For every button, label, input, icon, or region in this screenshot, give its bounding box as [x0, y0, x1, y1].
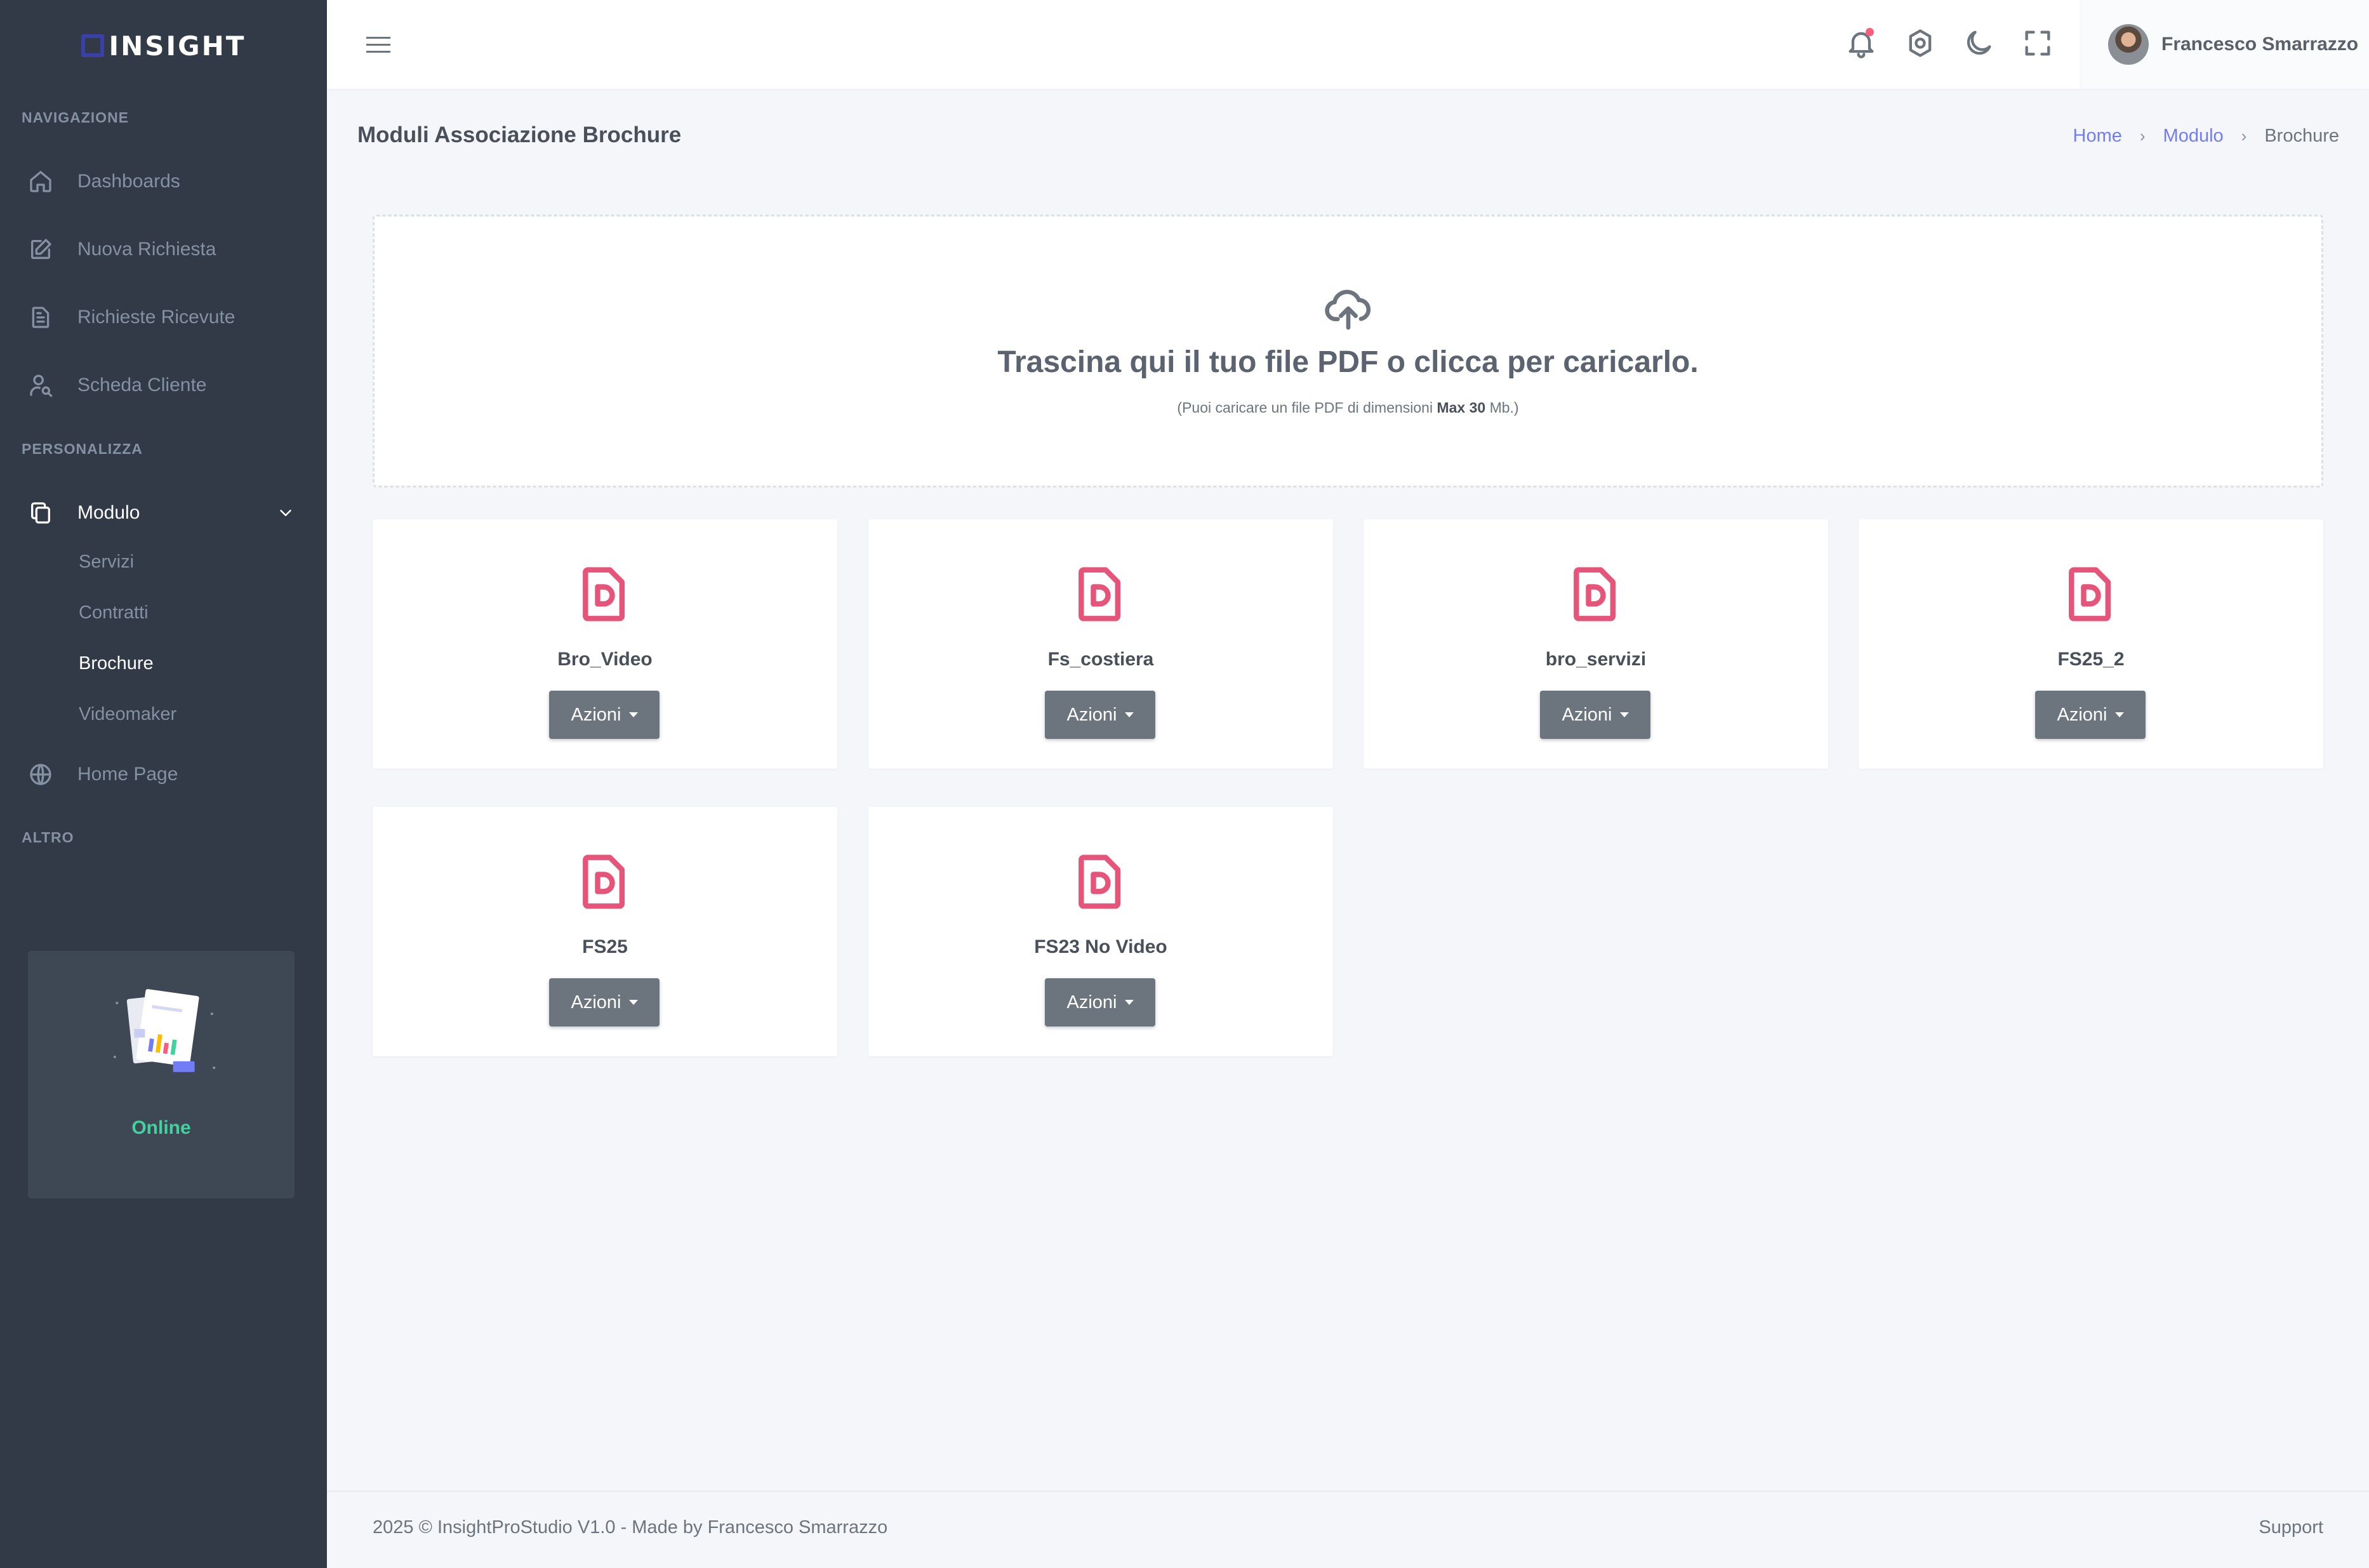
pdf-file-icon	[1574, 567, 1616, 621]
file-name: FS23 No Video	[1034, 936, 1167, 957]
moon-icon	[1967, 30, 1991, 55]
copy-icon	[31, 502, 51, 524]
section-title-personalizza: PERSONALIZZA	[22, 441, 143, 457]
submenu-item-brochure[interactable]: Brochure	[79, 653, 154, 674]
status-card: Online	[28, 951, 295, 1199]
fullscreen-icon	[2025, 30, 2050, 56]
caret-down-icon	[1124, 712, 1134, 717]
section-title-navigazione: NAVIGAZIONE	[22, 109, 129, 126]
cloud-upload-icon	[1325, 289, 1371, 330]
submenu-item-contratti[interactable]: Contratti	[79, 602, 149, 623]
sidebar-item-label: Modulo	[77, 502, 140, 523]
sidebar-item-dashboards[interactable]: Dashboards	[0, 156, 327, 207]
logo-mark-icon	[81, 34, 104, 57]
file-name: bro_servizi	[1545, 649, 1647, 670]
chevron-right-icon: ›	[2139, 126, 2146, 145]
file-card: FS25 Azioni	[373, 807, 837, 1056]
dropzone-hint: (Puoi caricare un file PDF di dimensioni…	[1177, 399, 1519, 416]
sidebar-item-label: Dashboards	[77, 171, 180, 192]
sidebar-item-label: Scheda Cliente	[77, 375, 207, 395]
user-search-icon	[30, 375, 53, 397]
avatar	[2108, 24, 2149, 65]
pdf-file-icon	[2069, 567, 2111, 621]
chevron-right-icon: ›	[2241, 126, 2247, 145]
azioni-dropdown-button[interactable]: Azioni	[549, 978, 660, 1027]
pdf-file-icon	[1078, 567, 1121, 621]
file-card: FS23 No Video Azioni	[868, 807, 1333, 1056]
caret-down-icon	[1124, 1000, 1134, 1005]
topbar: Francesco Smarrazzo	[327, 0, 2369, 89]
azioni-dropdown-button[interactable]: Azioni	[1045, 978, 1155, 1027]
sidebar-item-label: Richieste Ricevute	[77, 307, 236, 328]
azioni-dropdown-button[interactable]: Azioni	[2035, 691, 2146, 739]
page-title: Moduli Associazione Brochure	[357, 123, 682, 147]
submenu-item-servizi[interactable]: Servizi	[79, 552, 134, 573]
user-menu[interactable]: Francesco Smarrazzo	[2081, 0, 2369, 89]
file-card: bro_servizi Azioni	[1364, 519, 1828, 769]
dropzone-title: Trascina qui il tuo file PDF o clicca pe…	[997, 345, 1699, 379]
sidebar-item-modulo[interactable]: Modulo	[0, 488, 327, 538]
theme-toggle-button[interactable]	[1962, 27, 1995, 60]
user-name: Francesco Smarrazzo	[2161, 34, 2359, 55]
fullscreen-button[interactable]	[2021, 27, 2054, 60]
breadcrumb-current: Brochure	[2264, 126, 2339, 146]
file-name: FS25_2	[2057, 649, 2125, 670]
file-name: Bro_Video	[557, 649, 653, 670]
sidebar-item-label: Nuova Richiesta	[77, 239, 216, 260]
chevron-down-icon	[280, 510, 291, 516]
logo-text: INSIGHT	[109, 30, 246, 62]
settings-icon	[1909, 29, 1932, 57]
azioni-dropdown-button[interactable]: Azioni	[1540, 691, 1650, 739]
sidebar-item-richieste-ricevute[interactable]: Richieste Ricevute	[0, 292, 327, 343]
sidebar-item-label: Home Page	[77, 764, 178, 785]
footer-copyright: 2025 © InsightProStudio V1.0 - Made by F…	[373, 1517, 888, 1538]
breadcrumb-home[interactable]: Home	[2073, 126, 2122, 147]
azioni-dropdown-button[interactable]: Azioni	[1045, 691, 1155, 739]
globe-icon	[30, 764, 51, 785]
sidebar-item-home-page[interactable]: Home Page	[0, 749, 327, 800]
file-card: Fs_costiera Azioni	[868, 519, 1333, 769]
home-icon	[30, 171, 51, 192]
sidebar-item-nuova-richiesta[interactable]: Nuova Richiesta	[0, 224, 327, 275]
settings-button[interactable]	[1904, 27, 1937, 60]
caret-down-icon	[2114, 712, 2124, 717]
file-name: FS25	[582, 936, 628, 957]
submenu-item-videomaker[interactable]: Videomaker	[79, 704, 176, 725]
notification-dot	[1866, 28, 1874, 36]
footer: 2025 © InsightProStudio V1.0 - Made by F…	[327, 1491, 2369, 1568]
pdf-file-icon	[1078, 854, 1121, 909]
menu-icon[interactable]	[365, 32, 392, 57]
section-title-altro: ALTRO	[22, 829, 74, 846]
azioni-dropdown-button[interactable]: Azioni	[549, 691, 660, 739]
support-link[interactable]: Support	[2259, 1517, 2323, 1538]
online-status: Online	[131, 1117, 191, 1138]
sidebar-item-scheda-cliente[interactable]: Scheda Cliente	[0, 360, 327, 411]
caret-down-icon	[628, 1000, 638, 1005]
file-card: Bro_Video Azioni	[373, 519, 837, 769]
caret-down-icon	[1619, 712, 1629, 717]
pdf-file-icon	[583, 567, 625, 621]
notifications-button[interactable]	[1845, 27, 1878, 60]
breadcrumb: Home › Modulo › Brochure	[2073, 126, 2340, 147]
report-illustration-icon	[113, 989, 216, 1072]
edit-icon	[31, 239, 51, 259]
app-logo[interactable]: INSIGHT	[0, 27, 327, 65]
document-icon	[32, 307, 50, 328]
file-card: FS25_2 Azioni	[1859, 519, 2323, 769]
breadcrumb-modulo[interactable]: Modulo	[2163, 126, 2224, 147]
pdf-upload-dropzone[interactable]: Trascina qui il tuo file PDF o clicca pe…	[373, 215, 2323, 488]
file-name: Fs_costiera	[1047, 649, 1154, 670]
pdf-file-icon	[583, 854, 625, 909]
caret-down-icon	[628, 712, 638, 717]
sidebar: INSIGHT NAVIGAZIONE Dashboards Nuova Ric…	[0, 0, 327, 1568]
